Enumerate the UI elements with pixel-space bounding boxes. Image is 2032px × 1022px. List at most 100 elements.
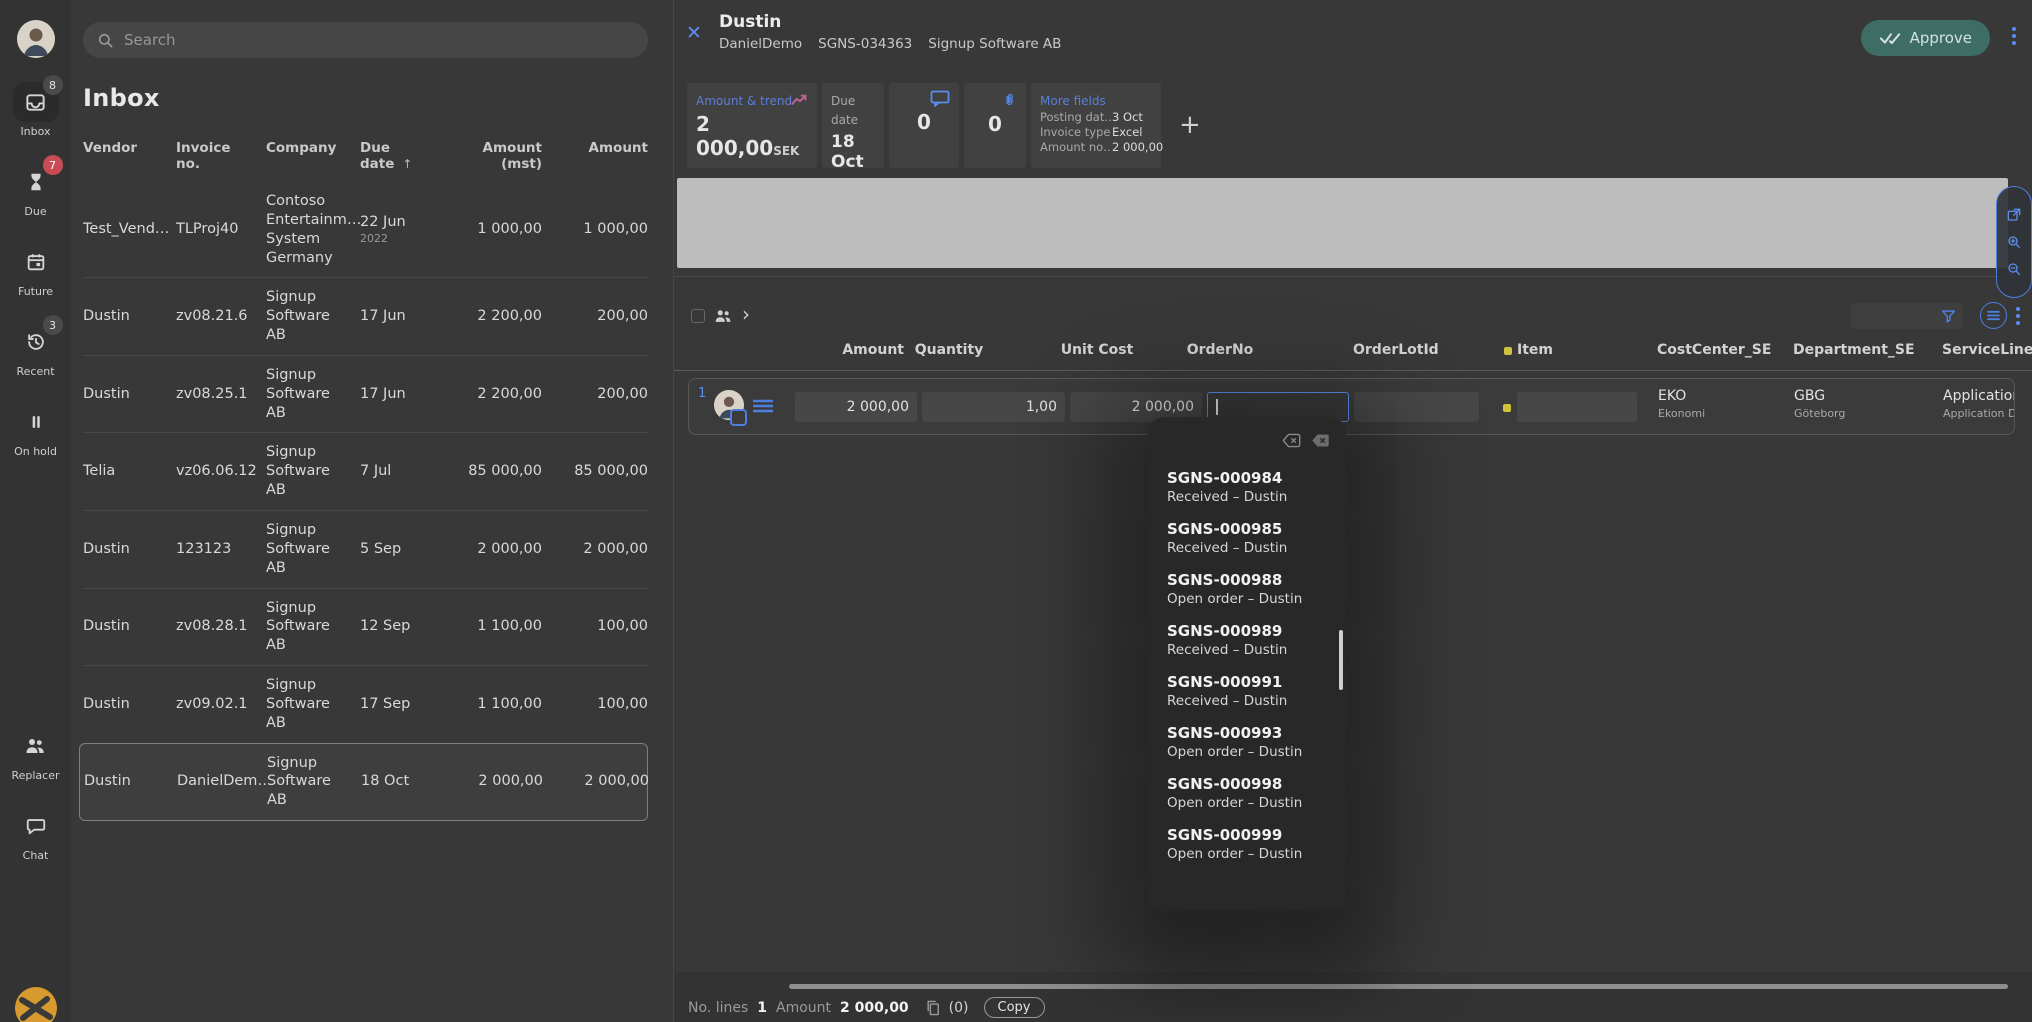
approve-button[interactable]: Approve [1861, 20, 1990, 56]
cell-amount-mst: 2 000,00 [449, 772, 551, 791]
col-header-invoice[interactable]: Invoice no. [176, 140, 266, 172]
cell-invoice: zv09.02.1 [176, 695, 266, 714]
amount-field[interactable]: 2 000,00 [795, 392, 917, 422]
order-option[interactable]: SGNS-000988 Open order – Dustin [1167, 571, 1334, 607]
invoice-row[interactable]: Dustin zv08.28.1 Signup Software AB 12 S… [83, 588, 648, 666]
item-field[interactable] [1517, 392, 1637, 422]
sort-asc-icon: ↑ [402, 157, 412, 171]
line-menu-icon[interactable] [753, 398, 773, 414]
col-header-department[interactable]: Department_SE [1793, 342, 1915, 358]
order-option[interactable]: SGNS-000991 Received – Dustin [1167, 673, 1334, 709]
line-approver-badge[interactable] [730, 409, 747, 426]
sidebar-item-due[interactable]: 7 Due [13, 162, 59, 218]
document-title: Dustin [719, 12, 1061, 32]
order-lot-id-field[interactable] [1354, 392, 1479, 422]
lines-table-header: Amount Quantity Unit Cost OrderNo OrderL… [674, 342, 2032, 366]
sidebar-item-onhold[interactable]: On hold [13, 402, 59, 458]
horizontal-scrollbar[interactable] [789, 984, 2008, 989]
col-header-company[interactable]: Company [266, 140, 360, 172]
cell-invoice: 123123 [176, 540, 266, 559]
invoice-row[interactable]: Dustin zv08.25.1 Signup Software AB 17 J… [83, 355, 648, 433]
select-all-checkbox[interactable] [691, 309, 705, 323]
invoice-row[interactable]: Telia vz06.06.12 Signup Software AB 7 Ju… [83, 432, 648, 510]
col-header-quantity[interactable]: Quantity [911, 342, 987, 358]
cell-amount: 2 000,00 [550, 540, 648, 559]
col-header-amount[interactable]: Amount [550, 140, 648, 172]
order-option[interactable]: SGNS-000998 Open order – Dustin [1167, 775, 1334, 811]
service-line-value[interactable]: Application De Application Dev [1943, 388, 2015, 420]
col-header-order-no[interactable]: OrderNo [1172, 342, 1268, 358]
add-field-button[interactable]: + [1179, 110, 1201, 140]
quantity-field[interactable]: 1,00 [922, 392, 1065, 422]
expand-lines-icon[interactable]: › [742, 302, 750, 326]
zoom-in-icon[interactable] [2006, 234, 2022, 250]
dropdown-scrollbar[interactable] [1339, 630, 1343, 690]
cell-company: Signup Software AB [266, 521, 360, 578]
col-header-unit-cost[interactable]: Unit Cost [1051, 342, 1143, 358]
order-option[interactable]: SGNS-000989 Received – Dustin [1167, 622, 1334, 658]
lines-filter-input[interactable] [1851, 303, 1963, 329]
copies-count: (0) [949, 1000, 969, 1016]
header-kebab-menu-icon[interactable] [2012, 27, 2016, 45]
col-header-amount-mst[interactable]: Amount (mst) [448, 140, 550, 172]
sidebar-item-replacer[interactable]: Replacer [11, 726, 59, 782]
invoice-row[interactable]: Dustin 123123 Signup Software AB 5 Sep 2… [83, 510, 648, 588]
clear-value-icon[interactable] [1282, 433, 1301, 448]
cell-due: 22 Jun2022 [360, 213, 448, 246]
open-external-icon[interactable] [2006, 207, 2022, 223]
sidebar-item-future[interactable]: Future [13, 242, 59, 298]
close-icon[interactable]: ✕ [686, 22, 702, 44]
comments-card[interactable]: 0 [889, 83, 959, 168]
sidebar-item-chat[interactable]: Chat [13, 806, 59, 862]
field-value: Excel [1112, 125, 1142, 139]
exflow-logo[interactable] [12, 982, 60, 1022]
copy-button[interactable]: Copy [984, 997, 1045, 1018]
more-fields-card[interactable]: More fields Posting dat…3 Oct Invoice ty… [1031, 83, 1161, 168]
col-header-amount[interactable]: Amount [794, 342, 904, 358]
invoice-row[interactable]: Test_Vend… TLProj40 Contoso Entertainm… … [83, 182, 648, 277]
people-icon [23, 734, 47, 758]
cell-amount: 200,00 [550, 385, 648, 404]
col-header-vendor[interactable]: Vendor [83, 140, 176, 172]
preview-toolbar [1996, 186, 2032, 298]
department-value[interactable]: GBG Göteborg [1794, 388, 1845, 420]
sidebar-item-recent[interactable]: 3 Recent [13, 322, 59, 378]
order-no-dropdown: SGNS-000984 Received – Dustin SGNS-00098… [1148, 417, 1346, 911]
cell-due: 7 Jul [360, 462, 448, 481]
cell-due: 18 Oct [361, 772, 449, 791]
order-option[interactable]: SGNS-000993 Open order – Dustin [1167, 724, 1334, 760]
clear-filter-icon[interactable] [1311, 433, 1330, 448]
sidebar-item-inbox[interactable]: 8 Inbox [13, 82, 59, 138]
attachments-card[interactable]: 0 [964, 83, 1026, 168]
cell-amount: 100,00 [550, 617, 648, 636]
history-icon [25, 331, 47, 353]
invoice-row-selected[interactable]: Dustin DanielDem… Signup Software AB 18 … [79, 743, 648, 822]
order-option[interactable]: SGNS-000984 Received – Dustin [1167, 469, 1334, 505]
cell-vendor: Dustin [83, 695, 176, 714]
col-header-cost-center[interactable]: CostCenter_SE [1657, 342, 1771, 358]
cell-vendor: Dustin [83, 307, 176, 326]
order-option[interactable]: SGNS-000985 Received – Dustin [1167, 520, 1334, 556]
user-avatar[interactable] [17, 20, 55, 58]
attachments-count: 0 [988, 112, 1002, 136]
order-option[interactable]: SGNS-000999 Open order – Dustin [1167, 826, 1334, 862]
search-input[interactable] [124, 31, 634, 49]
invoice-row[interactable]: Dustin zv09.02.1 Signup Software AB 17 S… [83, 665, 648, 743]
line-layout-button[interactable] [1980, 302, 2007, 329]
due-count-badge: 7 [43, 155, 63, 175]
col-header-order-lot-id[interactable]: OrderLotId [1353, 342, 1439, 358]
invoice-row[interactable]: Dustin zv08.21.6 Signup Software AB 17 J… [83, 277, 648, 355]
cell-invoice: zv08.28.1 [176, 617, 266, 636]
zoom-out-icon[interactable] [2006, 261, 2022, 277]
col-header-due-date[interactable]: Due date↑ [360, 140, 448, 172]
amount-trend-card[interactable]: Amount & trend 2 000,00SEK [687, 83, 817, 168]
lines-people-icon[interactable] [712, 305, 734, 327]
col-header-item[interactable]: Item [1517, 342, 1553, 358]
more-fields-label: More fields [1040, 94, 1106, 108]
cost-center-value[interactable]: EKO Ekonomi [1658, 388, 1705, 420]
col-header-service-line[interactable]: ServiceLine [1942, 342, 2032, 358]
chat-icon [25, 815, 47, 837]
lines-kebab-menu-icon[interactable] [2016, 307, 2020, 325]
due-date-card[interactable]: Due date 18 Oct [822, 83, 884, 168]
cell-due: 17 Jun [360, 385, 448, 404]
